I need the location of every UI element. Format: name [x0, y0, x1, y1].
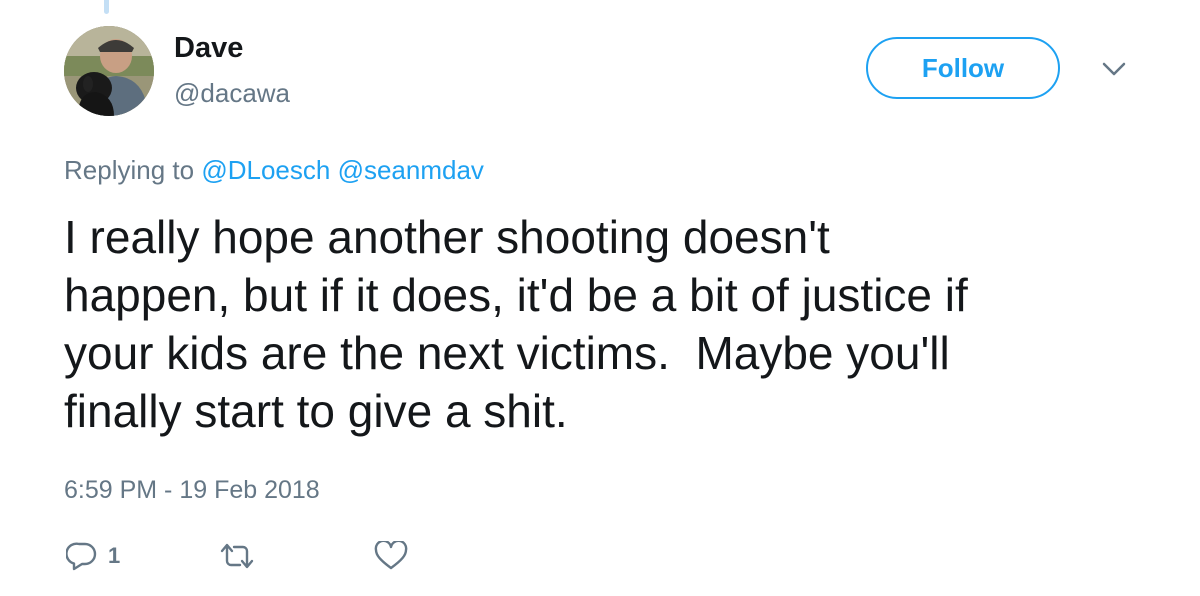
- tweet-card: Dave @dacawa Follow Replying to @DLoesch…: [0, 0, 1200, 596]
- heart-icon: [374, 541, 408, 570]
- profile-photo-icon: [64, 26, 154, 116]
- thread-connector-line: [104, 0, 109, 14]
- display-name[interactable]: Dave: [174, 32, 243, 65]
- reply-icon: [66, 542, 97, 571]
- like-button[interactable]: [374, 540, 408, 572]
- chevron-down-icon[interactable]: [1100, 58, 1128, 80]
- reply-prefix: Replying to: [64, 155, 195, 185]
- reply-count: 1: [108, 543, 121, 568]
- tweet-timestamp[interactable]: 6:59 PM - 19 Feb 2018: [64, 476, 320, 505]
- tweet-text: I really hope another shooting doesn't h…: [64, 211, 968, 437]
- user-handle[interactable]: @dacawa: [174, 78, 290, 109]
- retweet-icon: [220, 543, 254, 569]
- mention-dloesch[interactable]: @DLoesch: [201, 155, 330, 185]
- reply-button[interactable]: 1: [66, 540, 120, 572]
- follow-button[interactable]: Follow: [866, 37, 1060, 99]
- retweet-button[interactable]: [218, 540, 256, 572]
- mention-seanmdav[interactable]: @seanmdav: [338, 155, 484, 185]
- reply-context: Replying to @DLoesch @seanmdav: [64, 155, 484, 186]
- avatar[interactable]: [64, 26, 154, 116]
